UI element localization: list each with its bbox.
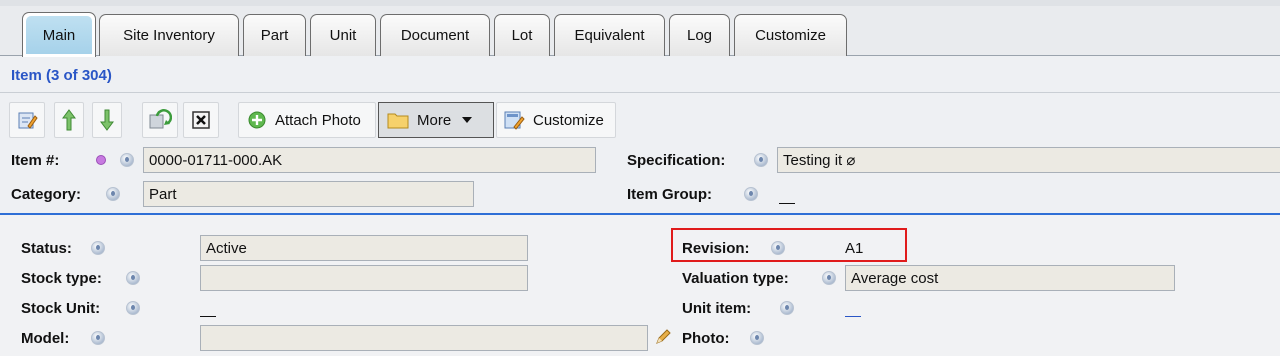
add-circle-icon xyxy=(248,111,266,129)
tab-unit-label: Unit xyxy=(329,27,357,44)
arrow-down-icon xyxy=(100,109,114,131)
tab-lot[interactable]: Lot xyxy=(494,14,550,56)
specification-field[interactable]: Testing it ⌀ xyxy=(777,147,1280,173)
unit-item-link[interactable] xyxy=(845,316,861,317)
customize-button[interactable]: Customize xyxy=(496,102,616,138)
tab-bar-top xyxy=(0,0,1280,6)
item-group-info-icon[interactable] xyxy=(744,187,758,201)
delete-button[interactable] xyxy=(183,102,219,138)
stock-type-label: Stock type: xyxy=(21,270,102,287)
move-up-button[interactable] xyxy=(54,102,84,138)
specification-info-icon[interactable] xyxy=(754,153,768,167)
pencil-icon[interactable] xyxy=(655,329,671,345)
tab-unit[interactable]: Unit xyxy=(310,14,376,56)
status-dot-icon xyxy=(96,155,106,165)
customize-icon xyxy=(504,111,525,130)
caret-down-icon xyxy=(462,117,473,123)
status-label: Status: xyxy=(21,240,72,257)
specification-label: Specification: xyxy=(627,152,726,169)
stock-type-info-icon[interactable] xyxy=(126,271,140,285)
stock-unit-info-icon[interactable] xyxy=(126,301,140,315)
tab-document[interactable]: Document xyxy=(380,14,490,56)
category-info-icon[interactable] xyxy=(106,187,120,201)
photo-info-icon[interactable] xyxy=(750,331,764,345)
refresh-button[interactable] xyxy=(142,102,178,138)
tab-customize-label: Customize xyxy=(755,27,826,44)
tab-site-inventory-label: Site Inventory xyxy=(123,27,215,44)
model-field[interactable] xyxy=(200,325,648,351)
tab-part[interactable]: Part xyxy=(243,14,306,56)
tab-site-inventory[interactable]: Site Inventory xyxy=(99,14,239,56)
tab-main-label: Main xyxy=(42,26,76,44)
status-field[interactable]: Active xyxy=(200,235,528,261)
tab-customize[interactable]: Customize xyxy=(734,14,847,56)
item-header-bar: Item (3 of 304) xyxy=(0,57,1280,93)
item-number-label: Item #: xyxy=(11,152,60,169)
folder-icon xyxy=(387,113,409,129)
model-info-icon[interactable] xyxy=(91,331,105,345)
refresh-icon xyxy=(149,109,172,129)
revision-highlight-box xyxy=(671,228,907,262)
item-group-empty-value[interactable] xyxy=(779,203,795,204)
tab-equivalent-label: Equivalent xyxy=(574,27,645,44)
arrow-up-icon xyxy=(62,109,76,131)
edit-button[interactable] xyxy=(9,102,45,138)
tab-part-label: Part xyxy=(260,27,289,44)
tab-bar: Main Site Inventory Part Unit Document L… xyxy=(0,0,1280,57)
category-field[interactable]: Part xyxy=(143,181,474,207)
valuation-type-label: Valuation type: xyxy=(682,270,789,287)
unit-item-label: Unit item: xyxy=(682,300,752,317)
tab-lot-label: Lot xyxy=(511,27,533,44)
stock-unit-label: Stock Unit: xyxy=(21,300,101,317)
stock-unit-empty-value[interactable] xyxy=(200,316,216,317)
move-down-button[interactable] xyxy=(92,102,122,138)
item-number-info-icon[interactable] xyxy=(120,153,134,167)
close-icon xyxy=(192,111,210,129)
tab-equivalent[interactable]: Equivalent xyxy=(554,14,665,56)
customize-label: Customize xyxy=(533,111,604,129)
toolbar: Attach Photo More Customize xyxy=(0,94,1280,148)
valuation-type-field[interactable]: Average cost xyxy=(845,265,1175,291)
status-info-icon[interactable] xyxy=(91,241,105,255)
model-label: Model: xyxy=(21,330,70,347)
edit-icon xyxy=(18,112,38,129)
tab-log-label: Log xyxy=(686,27,713,44)
tab-main[interactable]: Main xyxy=(22,12,96,57)
category-label: Category: xyxy=(11,186,82,203)
item-header-title: Item (3 of 304) xyxy=(11,67,112,84)
attach-photo-button[interactable]: Attach Photo xyxy=(238,102,376,138)
unit-item-info-icon[interactable] xyxy=(780,301,794,315)
photo-label: Photo: xyxy=(682,330,730,347)
valuation-type-info-icon[interactable] xyxy=(822,271,836,285)
tab-document-label: Document xyxy=(400,27,470,44)
tab-log[interactable]: Log xyxy=(669,14,730,56)
item-number-field[interactable]: 0000-01711-000.AK xyxy=(143,147,596,173)
more-label: More xyxy=(417,111,452,129)
stock-type-field[interactable] xyxy=(200,265,528,291)
item-group-label: Item Group: xyxy=(627,186,712,203)
more-dropdown[interactable]: More xyxy=(378,102,494,138)
attach-photo-label: Attach Photo xyxy=(275,111,361,129)
